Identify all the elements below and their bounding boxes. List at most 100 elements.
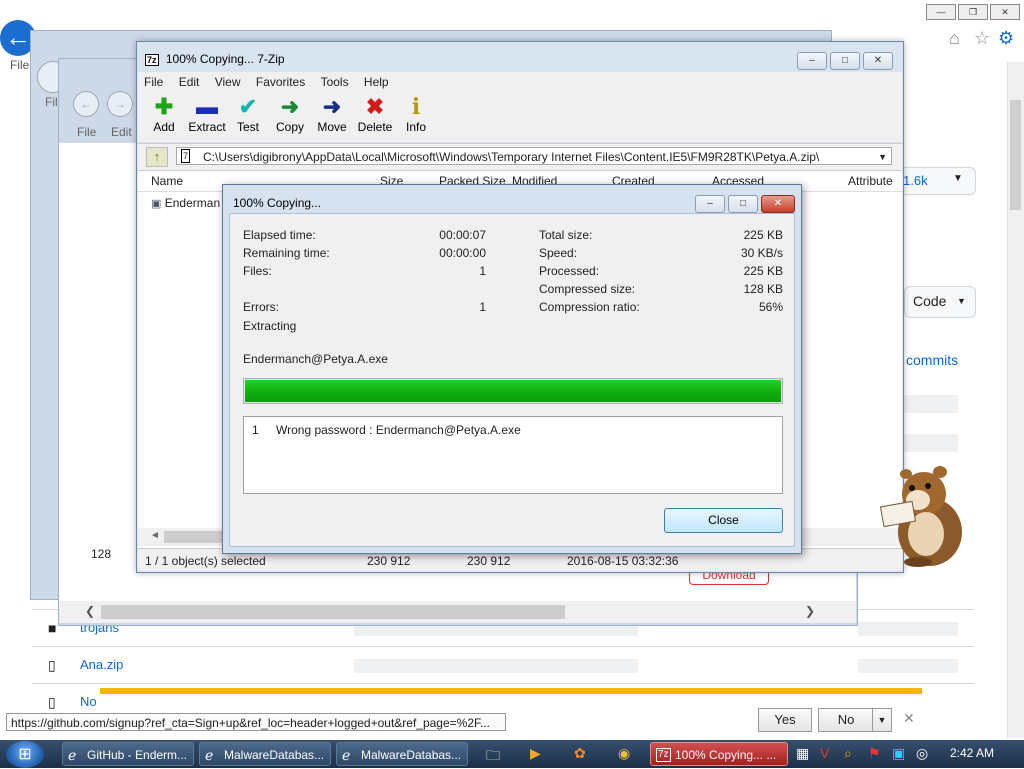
size-value: 128 (91, 547, 112, 561)
no-dropdown-icon[interactable]: ▼ (872, 708, 892, 732)
info-button[interactable]: i Info (394, 94, 438, 134)
extract-icon: ▬ (196, 94, 218, 119)
dialog-maximize-button[interactable]: □ (728, 195, 758, 213)
browser-close-button[interactable]: ✕ (990, 4, 1020, 20)
yes-button[interactable]: Yes (758, 708, 812, 732)
taskbar-item-malwaredb-1[interactable]: ℯ MalwareDatabas... (199, 742, 331, 766)
chrome-icon[interactable]: ◉ (618, 745, 630, 762)
message-list[interactable]: 1 Wrong password : Endermanch@Petya.A.ex… (243, 416, 783, 494)
code-button-label: Code (913, 293, 947, 309)
ratio-label: Compression ratio: (539, 300, 640, 314)
column-name[interactable]: Name (151, 174, 183, 188)
scroll-thumb[interactable] (101, 605, 565, 619)
scroll-left-icon[interactable]: ❮ (85, 604, 95, 618)
ie-icon: ℯ (342, 747, 351, 763)
taskbar-item-label: MalwareDatabas... (224, 748, 325, 762)
taskbar-item-malwaredb-2[interactable]: ℯ MalwareDatabas... (336, 742, 468, 766)
menu-edit[interactable]: Edit (173, 72, 206, 92)
menu-view[interactable]: View (209, 72, 247, 92)
add-button[interactable]: ✚ Add (142, 94, 186, 134)
clock[interactable]: 2:42 AM (950, 746, 994, 760)
bg-horizontal-scrollbar[interactable]: ❮ ❯ (59, 601, 856, 623)
errors-label: Errors: (243, 300, 279, 314)
commits-link[interactable]: commits (906, 352, 958, 368)
column-attribute[interactable]: Attribute (848, 174, 893, 188)
start-button[interactable]: ⊞ (6, 741, 44, 768)
tray-search-icon[interactable]: ⌕ (844, 745, 852, 762)
favorites-star-icon[interactable]: ☆ (974, 28, 990, 49)
media-player-icon[interactable]: ▶ (530, 745, 541, 762)
window-title: 7z 100% Copying... 7-Zip (145, 52, 285, 66)
taskbar-item-7zip[interactable]: 7z 100% Copying... ... (650, 742, 788, 766)
file-explorer-icon[interactable]: 🗀 (486, 745, 500, 769)
file-name[interactable]: No (80, 694, 97, 709)
browser-menu-file[interactable]: File (10, 58, 29, 72)
list-item[interactable]: ▯ Ana.zip (32, 646, 974, 683)
maximize-button[interactable]: □ (830, 52, 860, 70)
size-fragment: 128 (91, 547, 111, 561)
extract-button[interactable]: ▬ Extract (185, 94, 229, 134)
no-button[interactable]: No (818, 708, 874, 732)
compressed-value: 128 KB (743, 282, 783, 296)
menu-tools[interactable]: Tools (315, 72, 355, 92)
tray-v-icon[interactable]: V (820, 745, 829, 761)
scroll-left-icon[interactable]: ◄ (150, 530, 160, 541)
dialog-close-x-button[interactable]: ✕ (761, 195, 795, 213)
taskbar-item-github[interactable]: ℯ GitHub - Enderm... (62, 742, 194, 766)
table-row[interactable]: ▣ Enderman (151, 196, 220, 210)
code-dropdown-button[interactable]: Code ▼ (904, 286, 976, 318)
toolbar: ✚ Add ▬ Extract ✔ Test ➜ Copy ➜ Move ✖ D… (138, 92, 902, 142)
taskbar-item-label: GitHub - Enderm... (87, 748, 188, 762)
tray-volume-icon[interactable]: ◎ (916, 745, 928, 762)
folder-up-icon[interactable]: ↑ (146, 147, 168, 167)
tray-monitor-icon[interactable]: ▣ (892, 745, 905, 762)
taskbar-item-label: MalwareDatabas... (361, 748, 462, 762)
copy-icon: ➜ (280, 94, 300, 119)
message-text: Wrong password : Endermanch@Petya.A.exe (276, 423, 521, 437)
move-label: Move (317, 120, 347, 134)
back-arrow-icon[interactable]: ← (73, 91, 99, 117)
forward-arrow-icon[interactable]: → (107, 91, 133, 117)
dialog-minimize-button[interactable]: – (695, 195, 725, 213)
file-name[interactable]: Ana.zip (80, 657, 123, 672)
scroll-thumb[interactable] (164, 531, 224, 543)
browser-scroll-thumb[interactable] (1010, 100, 1021, 210)
file-icon: ▯ (48, 657, 56, 673)
home-icon[interactable]: ⌂ (949, 28, 960, 49)
7zip-logo-icon: 7z (145, 54, 159, 66)
status-size: 230 912 (367, 554, 411, 568)
copy-button[interactable]: ➜ Copy (268, 94, 312, 134)
browser-maximize-button[interactable]: ❐ (958, 4, 988, 20)
no-button-label: No (837, 712, 855, 727)
minimize-button[interactable]: – (797, 52, 827, 70)
action-text: Extracting (243, 319, 297, 333)
close-notification-icon[interactable]: ✕ (903, 710, 915, 727)
star-count-button[interactable]: 1.6k ▼ (896, 167, 976, 195)
caret-down-icon: ▼ (957, 296, 966, 306)
browser-minimize-button[interactable]: — (926, 4, 956, 20)
move-button[interactable]: ➜ Move (310, 94, 354, 134)
menu-favorites[interactable]: Favorites (250, 72, 311, 92)
address-dropdown-icon[interactable]: ▼ (878, 148, 887, 166)
address-input[interactable]: 7 C:\Users\digibrony\AppData\Local\Micro… (176, 147, 892, 165)
close-button[interactable]: Close (664, 508, 783, 533)
close-window-button[interactable]: ✕ (863, 52, 893, 70)
scroll-right-icon[interactable]: ❯ (805, 604, 815, 618)
dialog-title: 100% Copying... (233, 196, 322, 210)
tray-flag-icon[interactable]: ⚑ (868, 745, 881, 762)
settings-gear-icon[interactable]: ⚙ (998, 28, 1014, 49)
elapsed-value: 00:00:07 (439, 228, 486, 242)
bg-menu-edit[interactable]: Edit (111, 125, 132, 139)
menu-help[interactable]: Help (358, 72, 395, 92)
tray-app-icon[interactable]: ▦ (796, 745, 809, 762)
test-button[interactable]: ✔ Test (226, 94, 270, 134)
test-icon: ✔ (238, 94, 258, 119)
paint-icon[interactable]: ✿ (574, 745, 586, 762)
menu-file[interactable]: File (138, 72, 169, 92)
7zip-icon: 7z (656, 748, 671, 762)
message-number: 1 (252, 423, 259, 437)
add-icon: ✚ (154, 94, 174, 119)
dialog-body: Elapsed time: 00:00:07 Remaining time: 0… (229, 213, 795, 547)
delete-button[interactable]: ✖ Delete (353, 94, 397, 134)
bg-menu-file[interactable]: File (77, 125, 96, 139)
